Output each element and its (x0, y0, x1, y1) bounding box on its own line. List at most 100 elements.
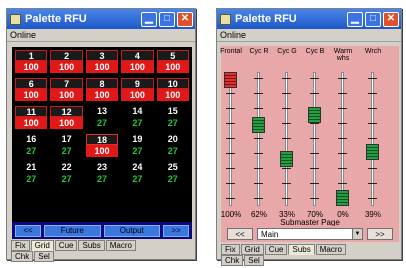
menu-online[interactable]: Online (7, 29, 195, 42)
prev-button[interactable]: << (15, 224, 41, 237)
channel-cell[interactable]: 10 100 (156, 78, 189, 103)
chevron-down-icon[interactable]: ▼ (352, 229, 362, 239)
channel-number: 19 (132, 134, 143, 144)
channel-cell[interactable]: 25 27 (157, 162, 189, 187)
maximize-button[interactable]: □ (159, 11, 175, 27)
channel-value: 27 (96, 174, 107, 184)
channel-number: 4 (121, 50, 154, 61)
page-prev-button[interactable]: << (227, 228, 253, 240)
channel-cell[interactable]: 16 27 (15, 134, 47, 159)
fader-tick (338, 108, 347, 109)
channel-value: 27 (96, 118, 107, 128)
maximize-button[interactable]: □ (365, 11, 381, 27)
channel-cell[interactable]: 23 27 (86, 162, 118, 187)
channel-cell[interactable]: 19 27 (121, 134, 153, 159)
fader-knob[interactable] (252, 116, 265, 133)
minimize-button[interactable]: ▁ (347, 11, 363, 27)
fader-tick (282, 138, 291, 139)
channel-cell[interactable]: 8 100 (85, 78, 119, 103)
fader-percent: 100% (220, 210, 242, 219)
tab-subs[interactable]: Subs (78, 240, 105, 251)
tab-sel[interactable]: Sel (34, 251, 54, 262)
channel-cell[interactable]: 2 100 (50, 50, 83, 75)
tab-fix[interactable]: Fix (221, 244, 240, 255)
fader-knob[interactable] (366, 143, 379, 160)
fader-knob[interactable] (336, 190, 349, 206)
fader-tick (338, 78, 347, 79)
channel-cell[interactable]: 12 100 (50, 106, 83, 131)
tab-cue[interactable]: Cue (264, 244, 288, 255)
tab-sel[interactable]: Sel (244, 255, 264, 266)
tab-macro[interactable]: Macro (315, 244, 346, 255)
channel-value: 100 (85, 61, 119, 73)
channel-number: 9 (121, 78, 154, 89)
future-button[interactable]: Future (44, 224, 101, 237)
page-select[interactable]: Main ▼ (257, 228, 363, 240)
fader-tick (310, 198, 319, 199)
fader-percent: 33% (278, 210, 295, 219)
channel-cell[interactable]: 13 27 (86, 106, 118, 131)
page-next-button[interactable]: >> (367, 228, 393, 240)
channel-cell[interactable]: 14 27 (121, 106, 153, 131)
channel-cell[interactable]: 20 27 (157, 134, 189, 159)
app-icon (220, 13, 231, 25)
channel-number: 21 (26, 162, 37, 172)
menu-online[interactable]: Online (217, 29, 401, 42)
channel-cell[interactable]: 6 100 (15, 78, 48, 103)
fader-tick (254, 168, 263, 169)
channel-value: 100 (121, 89, 154, 101)
channel-cell[interactable]: 15 27 (157, 106, 189, 131)
channel-cell[interactable]: 17 27 (50, 134, 82, 159)
channel-cell[interactable]: 24 27 (121, 162, 153, 187)
channel-number: 20 (167, 134, 178, 144)
channel-value: 100 (15, 89, 48, 101)
tab-fix[interactable]: Fix (11, 240, 30, 251)
channel-cell[interactable]: 11 100 (15, 106, 48, 131)
tab-cue[interactable]: Cue (54, 240, 78, 251)
tab-grid[interactable]: Grid (30, 240, 54, 251)
tab-macro[interactable]: Macro (105, 240, 136, 251)
channel-value: 27 (26, 174, 37, 184)
fader-tick (282, 78, 291, 79)
close-button[interactable]: ✕ (383, 11, 399, 27)
channel-value: 100 (85, 145, 119, 157)
tab-chk[interactable]: Chk (221, 255, 244, 266)
fader-tick (310, 183, 319, 184)
fader-knob[interactable] (280, 151, 293, 168)
fader-tick (254, 78, 263, 79)
channel-cell[interactable]: 21 27 (15, 162, 47, 187)
channel-cell[interactable]: 4 100 (121, 50, 154, 75)
fader-tick (338, 153, 347, 154)
output-button[interactable]: Output (103, 224, 160, 237)
close-button[interactable]: ✕ (177, 11, 193, 27)
channel-value: 27 (132, 174, 143, 184)
minimize-button[interactable]: ▁ (141, 11, 157, 27)
fader-knob[interactable] (308, 107, 321, 124)
channel-number: 13 (96, 106, 107, 116)
channel-number: 18 (85, 134, 119, 145)
channel-cell[interactable]: 22 27 (50, 162, 82, 187)
fader-tick (254, 198, 263, 199)
title-bar[interactable]: Palette RFU ▁ □ ✕ (217, 9, 401, 29)
next-button[interactable]: >> (163, 224, 189, 237)
window-title: Palette RFU (235, 13, 297, 25)
tab-chk[interactable]: Chk (11, 251, 34, 262)
channel-cell[interactable]: 3 100 (85, 50, 119, 75)
tab-grid[interactable]: Grid (240, 244, 264, 255)
tab-subs[interactable]: Subs (288, 244, 315, 255)
title-bar[interactable]: Palette RFU ▁ □ ✕ (7, 9, 195, 29)
grid-window: Palette RFU ▁ □ ✕ Online 1 100 2 100 3 100 4 10… (6, 8, 196, 262)
fader-knob[interactable] (224, 72, 237, 88)
channel-cell[interactable]: 7 100 (50, 78, 83, 103)
fader-label: Frontal (220, 48, 242, 55)
fader-tick (254, 108, 263, 109)
fader-percent: 39% (364, 210, 381, 219)
page-select-value: Main (261, 230, 279, 239)
channel-cell[interactable]: 1 100 (15, 50, 48, 75)
channel-number: 17 (61, 134, 72, 144)
channel-cell[interactable]: 18 100 (85, 134, 119, 159)
channel-cell[interactable]: 5 100 (156, 50, 189, 75)
channel-cell[interactable]: 9 100 (121, 78, 154, 103)
fader-tick (282, 93, 291, 94)
channel-value: 100 (50, 117, 83, 129)
